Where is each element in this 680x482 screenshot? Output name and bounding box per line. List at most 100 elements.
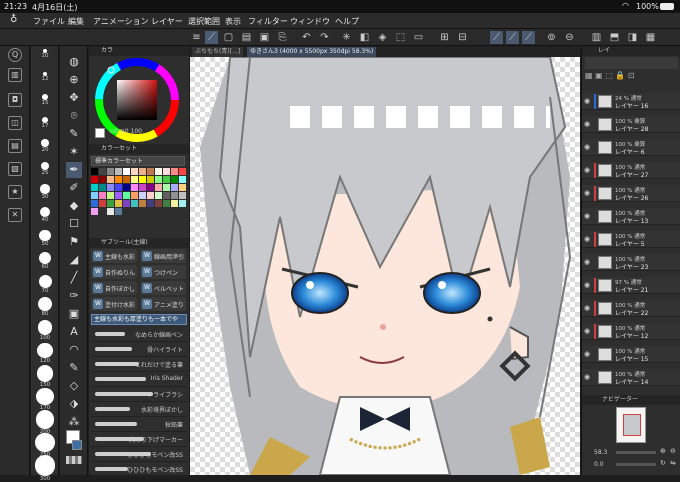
quick-access-icon[interactable]: Q: [8, 48, 22, 62]
color-swatch[interactable]: [139, 184, 146, 191]
undo-icon[interactable]: ↶: [300, 31, 313, 44]
layer-row[interactable]: ◉ 100 % 通常 レイヤー 15: [582, 346, 680, 363]
subtool-item[interactable]: W アニメ塗り: [140, 297, 186, 311]
brush-item[interactable]: 秋鉛筆: [91, 417, 187, 432]
eye-icon[interactable]: ◉: [584, 281, 592, 289]
eye-icon[interactable]: ◉: [584, 120, 592, 128]
eye-icon[interactable]: ◉: [584, 235, 592, 243]
brush-size-dot[interactable]: [37, 342, 53, 359]
layer-row[interactable]: ◉ 24 % 通常 レイヤー 16: [582, 93, 680, 110]
color-swatch[interactable]: [179, 176, 186, 183]
eye-icon[interactable]: ◉: [584, 212, 592, 220]
magic-wand-icon[interactable]: ✶: [66, 144, 82, 160]
grid-icon[interactable]: ⊞: [438, 31, 451, 44]
color-swatch[interactable]: [179, 200, 186, 207]
selected-brush-name[interactable]: 主線も水彩も厚塗りも一本でや: [91, 314, 187, 325]
color-swatch[interactable]: [107, 192, 114, 199]
color-swatch[interactable]: [179, 168, 186, 175]
brush-item[interactable]: 大吊り下げマーカー: [91, 432, 187, 447]
brush-size-dot[interactable]: [35, 410, 55, 429]
brush-size-dot[interactable]: [34, 455, 56, 476]
save-icon[interactable]: ▣: [258, 31, 271, 44]
layer-row[interactable]: ◉ 100 % 乗算 レイヤー 28: [582, 116, 680, 133]
brush-item[interactable]: ドライブラシ: [91, 387, 187, 402]
bucket-tool-icon[interactable]: ⚑: [66, 234, 82, 250]
color-swatch[interactable]: [99, 208, 106, 215]
app-logo-icon[interactable]: ♁: [10, 14, 17, 25]
transform-icon[interactable]: ⬚: [394, 31, 407, 44]
subtool-item[interactable]: W つけペン: [140, 265, 186, 279]
brush-tool-icon[interactable]: ✒: [66, 162, 82, 178]
menu-window[interactable]: ウィンドウ: [290, 16, 330, 27]
layer-row[interactable]: ◉ 100 % 通常 レイヤー 14: [582, 369, 680, 386]
hand-tool-icon[interactable]: ✥: [66, 90, 82, 106]
layer-row[interactable]: ◉ 100 % 通常 レイヤー 13: [582, 208, 680, 225]
color-swatch[interactable]: [107, 184, 114, 191]
fill-tool-icon[interactable]: ◍: [66, 54, 82, 70]
color-swatch[interactable]: [115, 208, 122, 215]
color-swatch[interactable]: [155, 200, 162, 207]
color-swatch[interactable]: [123, 192, 130, 199]
color-swatch[interactable]: [139, 168, 146, 175]
redo-icon[interactable]: ↷: [318, 31, 331, 44]
color-swatch[interactable]: [91, 192, 98, 199]
brush-size-dot[interactable]: [39, 207, 51, 218]
color-swatch[interactable]: [163, 176, 170, 183]
decoration-tool-icon[interactable]: ⁂: [66, 414, 82, 430]
color-swatch[interactable]: [99, 192, 106, 199]
text-tool-icon[interactable]: A: [66, 324, 82, 340]
subtool-item[interactable]: W ベルベット: [140, 281, 186, 295]
ruler-snap-icon[interactable]: ⟋: [490, 31, 503, 44]
open-icon[interactable]: ▤: [240, 31, 253, 44]
color-swatch[interactable]: [131, 192, 138, 199]
brush-item[interactable]: Iris Shader: [91, 372, 187, 387]
brush-size-dot[interactable]: [38, 274, 52, 288]
settings-icon[interactable]: ⊚: [545, 31, 558, 44]
brush-item[interactable]: 水彩境界ぼかし: [91, 402, 187, 417]
color-swatch[interactable]: [107, 168, 114, 175]
layer-row[interactable]: ◉ 97 % 通常 レイヤー 21: [582, 277, 680, 294]
eye-icon[interactable]: ◉: [584, 189, 592, 197]
color-swatch[interactable]: [131, 184, 138, 191]
color-swatch[interactable]: [99, 168, 106, 175]
color-swatch[interactable]: [147, 168, 154, 175]
colorset-select[interactable]: 標準カラーセット: [91, 156, 185, 166]
color-swatch[interactable]: [171, 176, 178, 183]
lasso-tool-icon[interactable]: ⌾: [66, 108, 82, 124]
grid-snap-icon[interactable]: ⟋: [522, 31, 535, 44]
subtool-item[interactable]: W 主線も水彩: [91, 249, 137, 263]
color-swatch[interactable]: [123, 168, 130, 175]
zoom-in-icon[interactable]: ⊕: [660, 447, 666, 455]
brush-size-dot[interactable]: [40, 184, 50, 194]
brush-size-dot[interactable]: [36, 387, 54, 406]
color-swatch[interactable]: [155, 192, 162, 199]
brush-size-dot[interactable]: [41, 139, 49, 147]
transparent-color-swatch[interactable]: [66, 456, 82, 464]
brush-size-dot[interactable]: [40, 161, 50, 171]
selection-icon[interactable]: ▭: [412, 31, 425, 44]
tab-canvas-2[interactable]: ゆきさん3 (4000 x 5500px 350dpi 58.3%): [247, 47, 377, 57]
pane-toggle-icon[interactable]: ◨: [626, 31, 639, 44]
brush-size-dot[interactable]: [39, 229, 51, 241]
color-swatch[interactable]: [163, 184, 170, 191]
layer-row[interactable]: ◉ 100 % 通常 レイヤー 12: [582, 323, 680, 340]
rotate-icon[interactable]: ↻: [660, 459, 666, 467]
eye-icon[interactable]: ◉: [584, 258, 592, 266]
brush-item[interactable]: 骨ハイライト: [91, 342, 187, 357]
color-swatch[interactable]: [99, 176, 106, 183]
color-swatch[interactable]: [123, 176, 130, 183]
color-swatch[interactable]: [123, 200, 130, 207]
color-swatch[interactable]: [115, 176, 122, 183]
eye-icon[interactable]: ◉: [584, 166, 592, 174]
subtool-item[interactable]: W 塗付け水彩: [91, 297, 137, 311]
menu-file[interactable]: ファイル: [33, 16, 65, 27]
color-swatch[interactable]: [115, 184, 122, 191]
balloon-tool-icon[interactable]: ◠: [66, 342, 82, 358]
export-icon[interactable]: ⎘: [276, 31, 289, 44]
color-swatch[interactable]: [147, 176, 154, 183]
brush-size-dot[interactable]: [35, 432, 55, 453]
color-swatch[interactable]: [91, 184, 98, 191]
menu-edit[interactable]: 編集: [68, 16, 84, 27]
menu-filter[interactable]: フィルター: [248, 16, 288, 27]
flip-icon[interactable]: ⇋: [670, 459, 676, 467]
